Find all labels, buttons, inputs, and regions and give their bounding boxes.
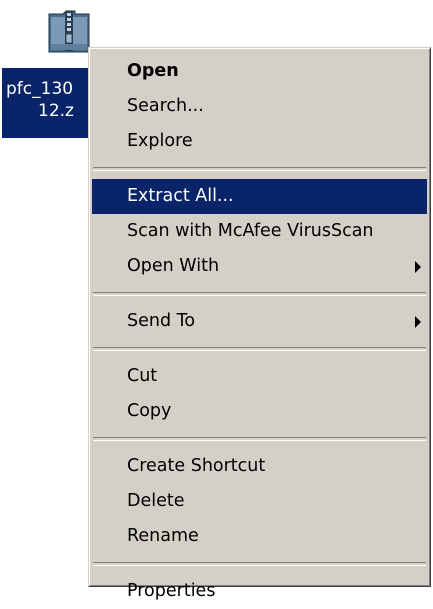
menu-item-delete[interactable]: Delete — [92, 484, 427, 519]
menu-item-send-to[interactable]: Send To — [92, 304, 427, 339]
menu-item-create-shortcut[interactable]: Create Shortcut — [92, 449, 427, 484]
menu-item-label: Cut — [127, 366, 158, 386]
menu-item-label: Open With — [127, 256, 220, 276]
file-name-line2: 12.z — [38, 101, 74, 121]
menu-separator — [93, 437, 426, 441]
menu-item-properties[interactable]: Properties — [92, 574, 427, 609]
menu-item-label: Copy — [127, 401, 172, 421]
menu-item-label: Create Shortcut — [127, 456, 266, 476]
context-menu: Open Search... Explore Extract All... Scan w… — [88, 47, 431, 601]
menu-item-rename[interactable]: Rename — [92, 519, 427, 554]
submenu-arrow-icon — [415, 261, 421, 273]
menu-item-search[interactable]: Search... — [92, 89, 427, 124]
menu-item-label: Search... — [127, 96, 204, 116]
menu-item-copy[interactable]: Copy — [92, 394, 427, 429]
menu-separator — [93, 347, 426, 351]
desktop-file-icon[interactable]: pfc_130 12.z — [0, 0, 100, 150]
menu-item-label: Scan with McAfee VirusScan — [127, 221, 374, 241]
menu-item-label: Explore — [127, 131, 193, 151]
zip-folder-icon — [48, 10, 90, 53]
menu-item-cut[interactable]: Cut — [92, 359, 427, 394]
menu-item-open[interactable]: Open — [92, 54, 427, 89]
submenu-arrow-icon — [415, 316, 421, 328]
menu-item-label: Open — [127, 61, 179, 81]
menu-item-label: Properties — [127, 581, 216, 601]
file-name-label: pfc_130 12.z — [2, 68, 98, 138]
menu-separator — [93, 562, 426, 566]
menu-item-label: Rename — [127, 526, 199, 546]
menu-item-label: Send To — [127, 311, 196, 331]
menu-item-open-with[interactable]: Open With — [92, 249, 427, 284]
menu-item-label: Extract All... — [127, 186, 234, 206]
file-name-line1: pfc_130 — [6, 79, 74, 99]
menu-item-extract-all[interactable]: Extract All... — [92, 179, 427, 214]
menu-item-scan-with-mcafee-virusscan[interactable]: Scan with McAfee VirusScan — [92, 214, 427, 249]
menu-separator — [93, 292, 426, 296]
menu-item-explore[interactable]: Explore — [92, 124, 427, 159]
menu-item-label: Delete — [127, 491, 185, 511]
menu-separator — [93, 167, 426, 171]
